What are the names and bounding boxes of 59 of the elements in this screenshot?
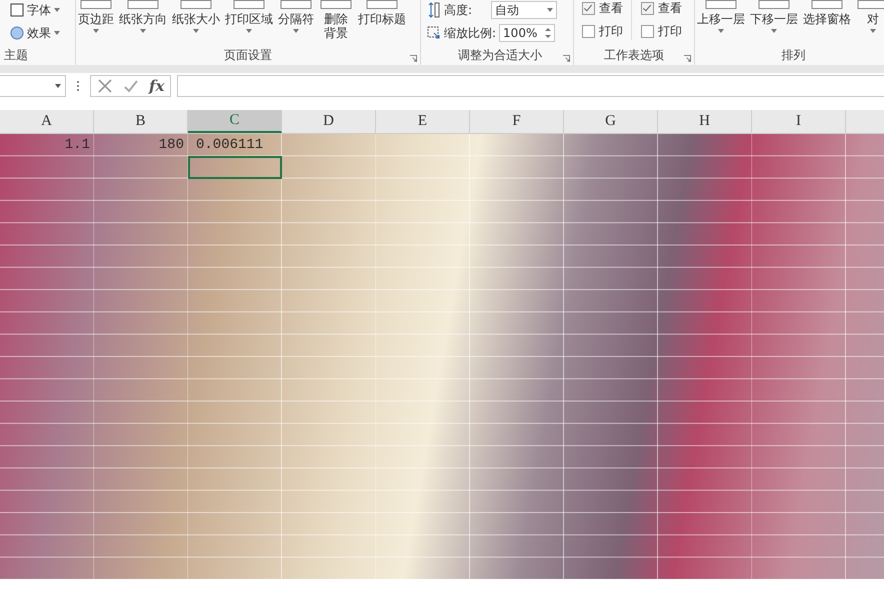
- column-header[interactable]: E: [376, 110, 470, 133]
- column-header[interactable]: D: [282, 110, 376, 133]
- checkbox[interactable]: [582, 2, 595, 15]
- selected-cell[interactable]: [188, 156, 282, 179]
- column-header[interactable]: A: [0, 110, 94, 133]
- column-header[interactable]: H: [658, 110, 752, 133]
- check-icon[interactable]: [123, 78, 139, 94]
- group-label: 主题: [4, 47, 28, 64]
- checkbox-label: 查看: [658, 0, 682, 17]
- checkbox-label: 打印: [658, 23, 682, 40]
- height-icon: [427, 2, 441, 18]
- field-label: 缩放比例:: [444, 24, 496, 42]
- group-label: 页面设置: [224, 47, 272, 64]
- dropdown-field[interactable]: 自动: [491, 1, 558, 19]
- ribbon-button[interactable]: 打印标题: [356, 0, 408, 26]
- column-header[interactable]: I: [752, 110, 846, 133]
- ribbon-button[interactable]: 上移一层: [695, 0, 747, 33]
- dialog-launcher-icon[interactable]: [410, 55, 417, 62]
- formula-input[interactable]: [177, 75, 884, 97]
- square-icon: [10, 3, 24, 17]
- column-header[interactable]: C: [188, 110, 282, 133]
- group-label: 工作表选项: [604, 47, 664, 64]
- column-header[interactable]: G: [564, 110, 658, 133]
- ribbon-menu-button[interactable]: 字体: [8, 0, 62, 20]
- caret-icon: [54, 8, 60, 12]
- checkbox[interactable]: [582, 25, 595, 38]
- cancel-icon[interactable]: [97, 78, 113, 94]
- caret-icon[interactable]: [55, 84, 61, 88]
- checkbox-label: 查看: [599, 0, 623, 17]
- checkbox[interactable]: [641, 25, 654, 38]
- spinner-field[interactable]: 100%: [499, 24, 556, 42]
- ribbon-button[interactable]: 对: [854, 0, 884, 33]
- dialog-launcher-icon[interactable]: [563, 55, 570, 62]
- ribbon-button[interactable]: 纸张方向: [117, 0, 169, 33]
- column-header[interactable]: F: [470, 110, 564, 133]
- ribbon-button[interactable]: 纸张大小: [170, 0, 222, 33]
- table-cell: 0.006111: [196, 137, 264, 154]
- ribbon-button[interactable]: 删除背景: [317, 0, 355, 40]
- group-label: 调整为合适大小: [458, 47, 542, 64]
- checkbox[interactable]: [641, 2, 654, 15]
- ribbon-button[interactable]: 下移一层: [748, 0, 800, 33]
- circle-icon: [10, 26, 24, 40]
- field-label: 高度:: [444, 2, 472, 18]
- ribbon-button[interactable]: 打印区域: [223, 0, 275, 33]
- ribbon-menu-button[interactable]: 效果: [8, 23, 62, 43]
- caret-icon: [54, 31, 60, 35]
- ribbon-button[interactable]: 分隔符: [276, 0, 316, 33]
- scale-icon: [427, 25, 441, 41]
- dialog-launcher-icon[interactable]: [684, 55, 691, 62]
- insert-function-button[interactable]: fx: [149, 77, 164, 95]
- ribbon-button[interactable]: 选择窗格: [801, 0, 853, 26]
- more-icon: [76, 80, 80, 92]
- group-label: 排列: [782, 47, 806, 64]
- caret-icon: [547, 8, 554, 12]
- spinner-arrows-icon[interactable]: [545, 27, 552, 39]
- checkbox-label: 打印: [599, 23, 623, 40]
- table-cell: 1.1: [64, 137, 90, 154]
- ribbon-button[interactable]: 页边距: [76, 0, 116, 33]
- table-cell: 180: [158, 137, 184, 154]
